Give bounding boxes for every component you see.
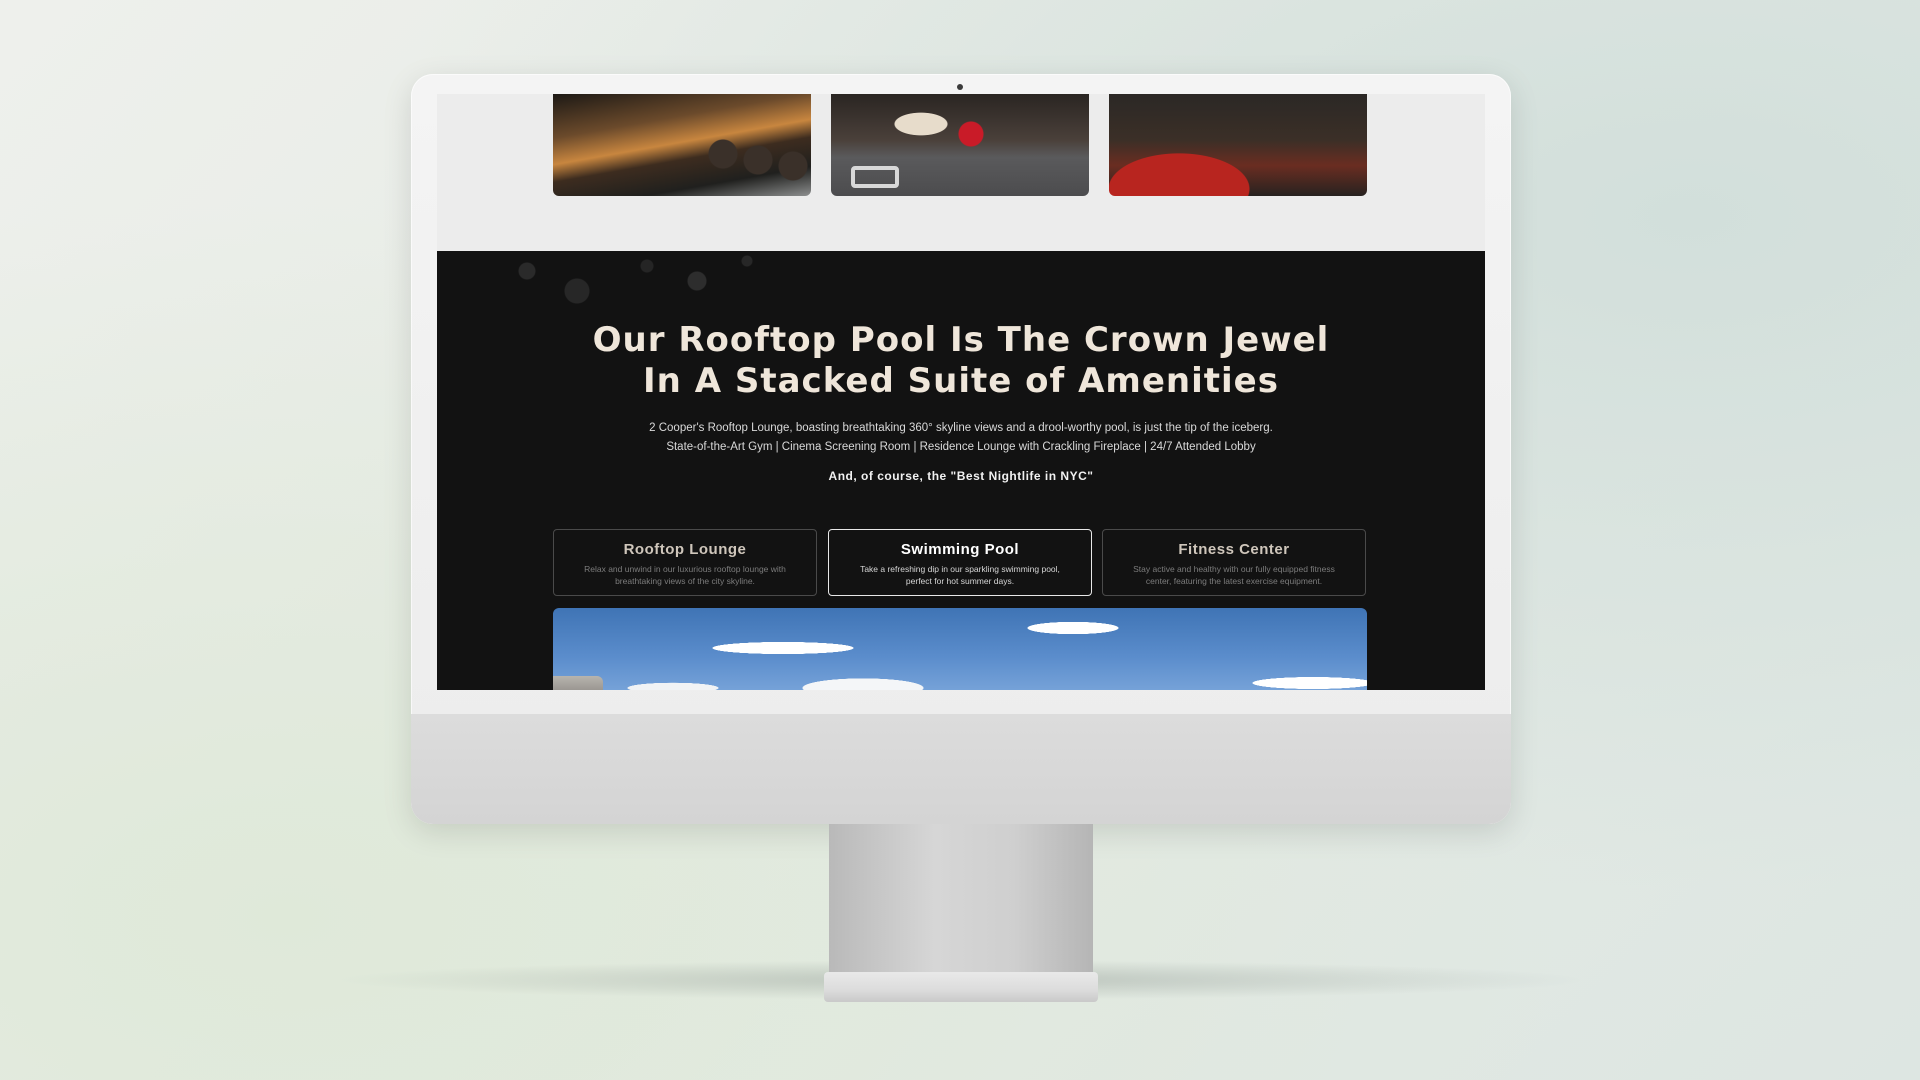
monitor-stand-base xyxy=(824,972,1098,1002)
tab-title: Swimming Pool xyxy=(900,541,1020,558)
headline-line-1: Our Rooftop Pool Is The Crown Jewel xyxy=(592,320,1330,360)
amenities-section: Our Rooftop Pool Is The Crown Jewel In A… xyxy=(437,251,1485,690)
monitor-stand xyxy=(829,824,1093,972)
tab-description: Take a refreshing dip in our sparkling s… xyxy=(860,564,1060,586)
monitor-screen: Our Rooftop Pool Is The Crown Jewel In A… xyxy=(437,94,1485,690)
tab-title: Rooftop Lounge xyxy=(623,541,747,558)
leaf-decoration xyxy=(487,251,907,321)
tab-title: Fitness Center xyxy=(1178,541,1290,558)
page-title: Our Rooftop Pool Is The Crown Jewel In A… xyxy=(437,320,1485,402)
tab-fitness-center[interactable]: Fitness Center Stay active and healthy w… xyxy=(1102,529,1366,596)
intro-line-1: 2 Cooper's Rooftop Lounge, boasting brea… xyxy=(649,422,1273,434)
lounge-interior-photo xyxy=(1109,94,1367,196)
bar-interior-photo xyxy=(553,94,811,196)
headline-line-2: In A Stacked Suite of Amenities xyxy=(643,361,1279,401)
tab-rooftop-lounge[interactable]: Rooftop Lounge Relax and unwind in our l… xyxy=(553,529,817,596)
tab-swimming-pool[interactable]: Swimming Pool Take a refreshing dip in o… xyxy=(828,529,1092,596)
pool-sky-photo xyxy=(553,608,1367,690)
tab-description: Stay active and healthy with our fully e… xyxy=(1133,564,1335,586)
tab-description: Relax and unwind in our luxurious roofto… xyxy=(584,564,786,586)
nightlife-tagline: And, of course, the "Best Nightlife in N… xyxy=(828,469,1094,483)
amenity-tabs: Rooftop Lounge Relax and unwind in our l… xyxy=(553,529,1367,599)
amenities-list: State-of-the-Art Gym | Cinema Screening … xyxy=(666,441,1256,453)
intro-text: 2 Cooper's Rooftop Lounge, boasting brea… xyxy=(437,419,1485,457)
monitor-chin xyxy=(411,714,1511,824)
photo-gallery xyxy=(437,94,1485,251)
street-mural-photo xyxy=(831,94,1089,196)
camera-dot xyxy=(957,84,963,90)
